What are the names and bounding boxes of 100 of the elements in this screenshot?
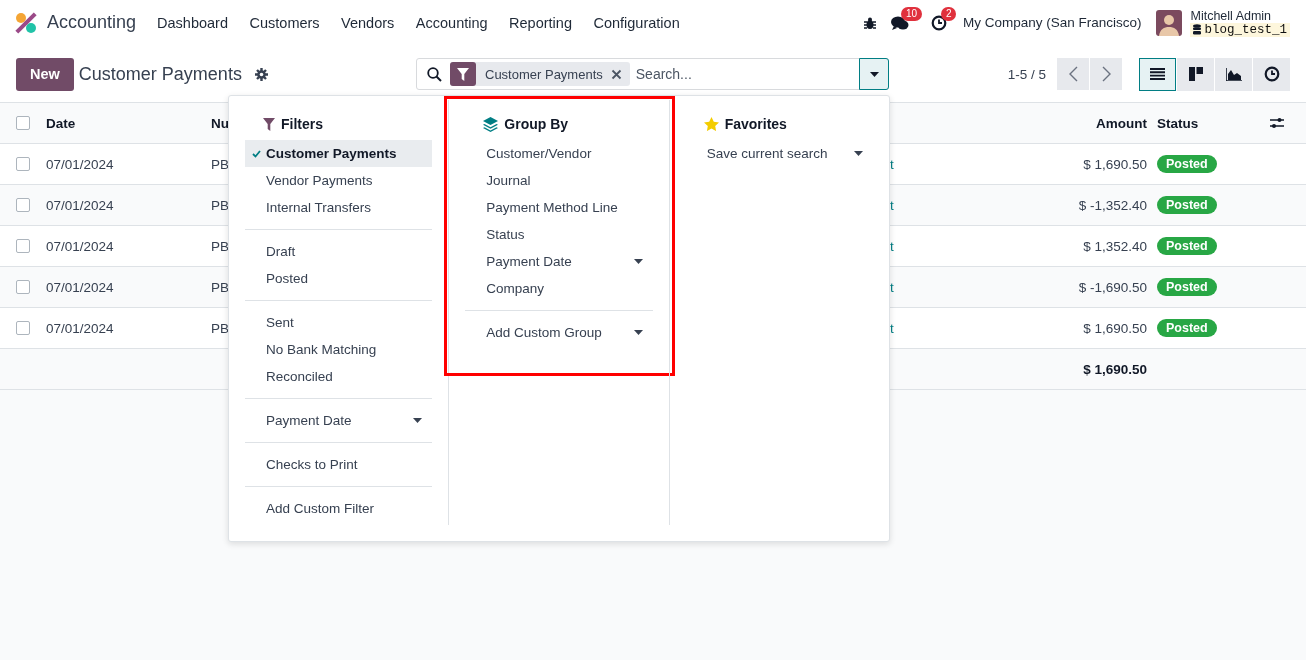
table-cell: PB	[211, 156, 229, 172]
menu-option[interactable]: Customer/Vendor	[465, 140, 653, 167]
activity-icon	[930, 14, 947, 31]
column-header[interactable]: Amount	[1096, 115, 1147, 131]
menu-option[interactable]: Vendor Payments	[245, 167, 433, 194]
menu-option[interactable]: Checks to Print	[245, 451, 433, 478]
status-badge: Posted	[1157, 155, 1217, 173]
caret-icon	[633, 259, 643, 264]
menu-option[interactable]: Add Custom Filter	[245, 495, 433, 522]
search-options-toggle[interactable]	[859, 58, 889, 90]
table-cell: 07/01/2024	[46, 238, 114, 254]
table-cell: $ 1,690.50	[1083, 156, 1147, 172]
table-cell: $ -1,690.50	[1078, 279, 1147, 295]
column-header[interactable]: Nu	[211, 115, 229, 131]
menu-option[interactable]: No Bank Matching	[245, 336, 433, 363]
menu-item[interactable]: Vendors	[341, 14, 395, 31]
menu-option[interactable]: Payment Date	[245, 407, 433, 434]
row-checkbox[interactable]	[16, 280, 30, 294]
avatar-icon	[1156, 9, 1183, 36]
area-chart-icon	[1225, 67, 1242, 81]
bug-icon	[862, 15, 877, 30]
menu-option[interactable]: Sent	[245, 309, 433, 336]
menu-option[interactable]: Reconciled	[245, 363, 433, 390]
view-button[interactable]	[1215, 57, 1252, 91]
filter-facet: Customer Payments	[450, 62, 630, 86]
table-cell: $ -1,352.40	[1078, 197, 1147, 213]
section-title: Filters	[281, 116, 323, 132]
menu-item[interactable]: Dashboard	[157, 14, 228, 31]
table-cell: t	[890, 279, 894, 295]
user-name[interactable]: Mitchell Admin	[1190, 8, 1290, 23]
clock-icon	[1263, 66, 1280, 82]
caret-icon	[869, 71, 879, 77]
database-icon	[1193, 24, 1202, 35]
table-cell: t	[890, 156, 894, 172]
menu-option[interactable]: Save current search	[685, 140, 873, 167]
row-checkbox[interactable]	[16, 198, 30, 212]
menu-item[interactable]: Reporting	[509, 14, 572, 31]
row-checkbox[interactable]	[16, 239, 30, 253]
menu-item[interactable]: Configuration	[593, 14, 680, 31]
menu-item[interactable]: Accounting	[415, 14, 488, 31]
search-field[interactable]: Customer Payments Search...	[416, 58, 889, 90]
menu-option[interactable]: Draft	[245, 238, 433, 265]
menu-option[interactable]: Payment Method Line	[465, 194, 653, 221]
filter-icon	[457, 67, 469, 81]
list-icon	[1150, 68, 1165, 80]
menu-option[interactable]: Internal Transfers	[245, 194, 433, 221]
row-checkbox[interactable]	[16, 321, 30, 335]
column-header[interactable]: Status	[1147, 115, 1199, 131]
view-button[interactable]	[1177, 57, 1214, 91]
logo-icon	[15, 11, 37, 34]
pager-value[interactable]: 1-5 / 5	[1007, 66, 1046, 82]
menu-option[interactable]: Add Custom Group	[465, 319, 653, 346]
message-count-badge: 10	[900, 6, 923, 21]
table-cell: PB	[211, 238, 229, 254]
status-badge: Posted	[1157, 278, 1217, 296]
section-title: Group By	[504, 116, 569, 132]
new-button[interactable]: New	[16, 57, 74, 91]
status-badge: Posted	[1157, 237, 1217, 255]
caret-icon	[854, 151, 863, 156]
filter-icon	[263, 117, 275, 131]
table-cell: 07/01/2024	[46, 279, 114, 295]
menu-option[interactable]: Status	[465, 221, 653, 248]
search-icon	[427, 66, 442, 82]
page-title: Customer Payments	[78, 63, 242, 85]
table-cell: 07/01/2024	[46, 320, 114, 336]
database-name: blog_test_1	[1190, 22, 1290, 37]
activity-count-badge: 2	[940, 6, 957, 21]
menu-option[interactable]: Posted	[245, 265, 433, 292]
section-title: Favorites	[724, 116, 787, 132]
view-button[interactable]	[1253, 57, 1290, 91]
chevron-right-icon	[1101, 66, 1111, 82]
close-icon[interactable]	[610, 68, 622, 80]
table-cell: $ 1,690.50	[1083, 320, 1147, 336]
caret-icon	[413, 418, 423, 423]
chevron-left-icon	[1068, 66, 1078, 82]
check-icon	[252, 150, 261, 158]
row-checkbox[interactable]	[16, 157, 30, 171]
menu-option[interactable]: Customer Payments	[245, 140, 433, 167]
table-cell: t	[890, 197, 894, 213]
layers-icon	[483, 116, 499, 132]
company-switcher[interactable]: My Company (San Francisco)	[962, 15, 1142, 30]
column-settings-icon[interactable]	[1270, 117, 1284, 129]
settings-icon[interactable]	[254, 67, 268, 81]
app-name[interactable]: Accounting	[47, 12, 137, 33]
column-header[interactable]: Date	[46, 115, 76, 131]
view-button[interactable]	[1139, 57, 1176, 91]
menu-option[interactable]: Company	[465, 275, 653, 302]
menu-option[interactable]: Journal	[465, 167, 653, 194]
menu-item[interactable]: Customers	[249, 14, 320, 31]
table-cell: 07/01/2024	[46, 156, 114, 172]
table-cell: PB	[211, 279, 229, 295]
select-all-checkbox[interactable]	[16, 116, 30, 130]
table-cell: t	[890, 238, 894, 254]
caret-icon	[633, 330, 643, 335]
menu-option[interactable]: Payment Date	[465, 248, 653, 275]
status-badge: Posted	[1157, 319, 1217, 337]
total-amount: $ 1,690.50	[1083, 361, 1147, 377]
kanban-icon	[1188, 67, 1203, 81]
status-badge: Posted	[1157, 196, 1217, 214]
table-cell: t	[890, 320, 894, 336]
